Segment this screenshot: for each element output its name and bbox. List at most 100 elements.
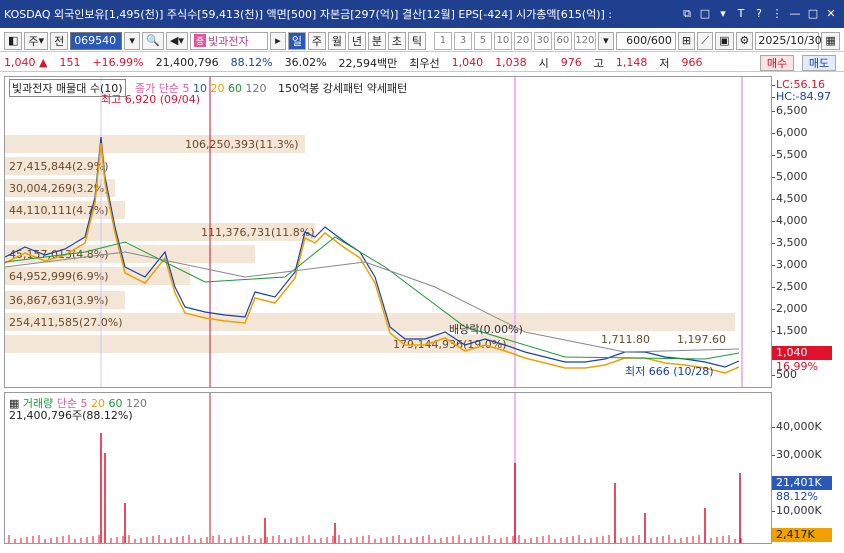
volume-tick: 40,000K	[772, 420, 844, 433]
price-value: 1,040	[4, 56, 36, 69]
interval-30[interactable]: 30	[533, 31, 552, 50]
period-week[interactable]: 주	[307, 31, 326, 50]
volume-chart-pane[interactable]: ▦ 거래량 단순 5 20 60 120 21,400,796주(88.12%)	[4, 392, 772, 544]
current-price: 1,040 ▲	[4, 56, 48, 69]
maximize-icon[interactable]: □	[806, 7, 820, 21]
date-input[interactable]: 2025/10/30	[755, 31, 822, 50]
current-volume-tag: 21,401K	[772, 476, 832, 490]
price-tick: 2,000	[772, 302, 844, 315]
calendar-icon[interactable]: ▦	[821, 31, 840, 50]
dividend-annotation: 배당락(0.00%)	[449, 323, 523, 336]
price-axis: LC:56.16 HC:-84.97 6,500 6,000 5,500 5,000 4…	[772, 76, 844, 388]
high-price: 1,148	[615, 56, 648, 69]
turnover-rate: 36.02%	[284, 56, 327, 69]
font-icon[interactable]: T	[734, 7, 748, 21]
price-tick: 5,500	[772, 148, 844, 161]
interval-dropdown-icon[interactable]: ▾	[597, 31, 614, 50]
high-label: 고	[593, 56, 604, 70]
ma60-legend: 60	[228, 82, 243, 95]
price-tick: 6,000	[772, 126, 844, 139]
list-icon[interactable]: ▸	[269, 31, 286, 50]
save-icon[interactable]: ▣	[715, 31, 734, 50]
current-volume-pct: 88.12%	[776, 490, 818, 503]
volume-ratio: 88.12%	[230, 56, 273, 69]
current-pct-tag: 16.99%	[776, 360, 818, 373]
open-label: 시	[538, 56, 549, 70]
quote-bar: 1,040 ▲ 151 +16.99% 21,400,796 88.12% 36…	[0, 54, 844, 72]
bid-price: 1,040	[451, 56, 484, 69]
buy-button[interactable]: 매수	[760, 55, 794, 71]
ma20-legend: 20	[210, 82, 225, 95]
interval-5[interactable]: 5	[473, 31, 492, 50]
pattern-legend: 150억봉 강세패턴 약세패턴	[278, 82, 408, 95]
period-month[interactable]: 월	[327, 31, 346, 50]
low-label: 저	[659, 56, 670, 70]
window-icon[interactable]: □	[698, 7, 712, 21]
right-annotation: 1,197.60	[677, 333, 726, 346]
period-second[interactable]: 초	[387, 31, 406, 50]
open-price: 976	[560, 56, 582, 69]
price-chart-canvas: 106,250,393(11.3%) 27,415,844(2.9%) 30,004…	[5, 77, 743, 387]
prefix-button[interactable]: 전	[50, 31, 69, 50]
interval-120[interactable]: 120	[573, 31, 596, 50]
copy-window-icon[interactable]: ⧉	[680, 7, 694, 21]
stock-info: KOSDAQ 외국인보유[1,495(천)] 주식수[59,413(천)] 액면…	[4, 8, 612, 21]
title-bar: KOSDAQ 외국인보유[1,495(천)] 주식수[59,413(천)] 액면…	[0, 0, 844, 28]
search-icon[interactable]: 🔍	[142, 31, 164, 50]
price-chart-pane[interactable]: 106,250,393(11.3%) 27,415,844(2.9%) 30,004…	[4, 76, 772, 388]
price-tick: 3,000	[772, 258, 844, 271]
minimize-icon[interactable]: —	[788, 7, 802, 21]
volume-profile-label: 27,415,844(2.9%)	[9, 160, 109, 173]
settings-icon[interactable]: ⚙	[735, 31, 754, 50]
stock-code-input[interactable]: 069540	[70, 31, 123, 50]
price-tick: 2,500	[772, 280, 844, 293]
chart-toolbar: ◧ 주 ▾ 전 069540 ▾ 🔍 ◀▾ 증 빛과전자 ▸ 일 주 월 년 분 …	[0, 30, 844, 52]
volume-profile-label: 64,952,999(6.9%)	[9, 270, 109, 283]
dropdown-icon[interactable]: ▾	[124, 31, 141, 50]
period-day[interactable]: 일	[287, 31, 306, 50]
interval-1[interactable]: 1	[433, 31, 452, 50]
close-icon[interactable]: ✕	[824, 7, 838, 21]
data-count-input[interactable]: 600/600	[615, 31, 676, 50]
period-tick[interactable]: 틱	[407, 31, 426, 50]
help-icon[interactable]: ?	[752, 7, 766, 21]
speaker-icon[interactable]: ◀▾	[165, 31, 188, 50]
price-tick: 3,500	[772, 236, 844, 249]
interval-20[interactable]: 20	[513, 31, 532, 50]
low-marker-label: 최저 666 (10/28)	[625, 365, 714, 378]
window-controls: ⧉ □ ▾ T ? ⋮ — □ ✕	[680, 7, 844, 21]
stock-name-field[interactable]: 증 빛과전자	[189, 31, 268, 50]
market-label: 주	[28, 34, 39, 48]
price-tick: 4,000	[772, 214, 844, 227]
ma120-legend: 120	[245, 82, 267, 95]
price-tick: 6,500	[772, 104, 844, 117]
volume-tick: 10,000K	[772, 504, 844, 517]
mid-annotation: 1,711.80	[601, 333, 650, 346]
price-change-pct: +16.99%	[92, 56, 144, 69]
pin-icon[interactable]: ▾	[716, 7, 730, 21]
low-price: 966	[681, 56, 703, 69]
volume-profile-label: 254,411,585(27.0%)	[9, 316, 123, 329]
interval-10[interactable]: 10	[493, 31, 512, 50]
more-icon[interactable]: ⋮	[770, 7, 784, 21]
ask-price: 1,038	[495, 56, 527, 69]
price-change: 151	[59, 56, 81, 69]
volume-profile-label: 111,376,731(11.8%)	[201, 226, 315, 239]
interval-60[interactable]: 60	[553, 31, 572, 50]
volume-axis: 40,000K30,000K20,000K10,000K 21,401K 88.…	[772, 392, 844, 544]
chart-type-icon[interactable]: ⟋	[697, 31, 714, 50]
volume-value-label: 21,400,796주(88.12%)	[9, 409, 133, 422]
interval-3[interactable]: 3	[453, 31, 472, 50]
market-select[interactable]: 주 ▾	[24, 31, 49, 50]
period-minute[interactable]: 분	[367, 31, 386, 50]
trade-amount: 22,594백만	[338, 56, 398, 70]
panel-toggle-icon[interactable]: ◧	[4, 31, 23, 50]
hc-label: HC:-84.97	[772, 90, 844, 103]
margin-badge: 증	[193, 34, 207, 47]
price-tick: 4,500	[772, 192, 844, 205]
period-year[interactable]: 년	[347, 31, 366, 50]
indicator-icon[interactable]: ⊞	[677, 31, 696, 50]
price-legend: 빛과전자 매물대 수(10) 종가 단순 5 10 20 60 120 150억…	[9, 79, 407, 97]
stock-name: 빛과전자	[208, 34, 249, 48]
sell-button[interactable]: 매도	[802, 55, 836, 71]
